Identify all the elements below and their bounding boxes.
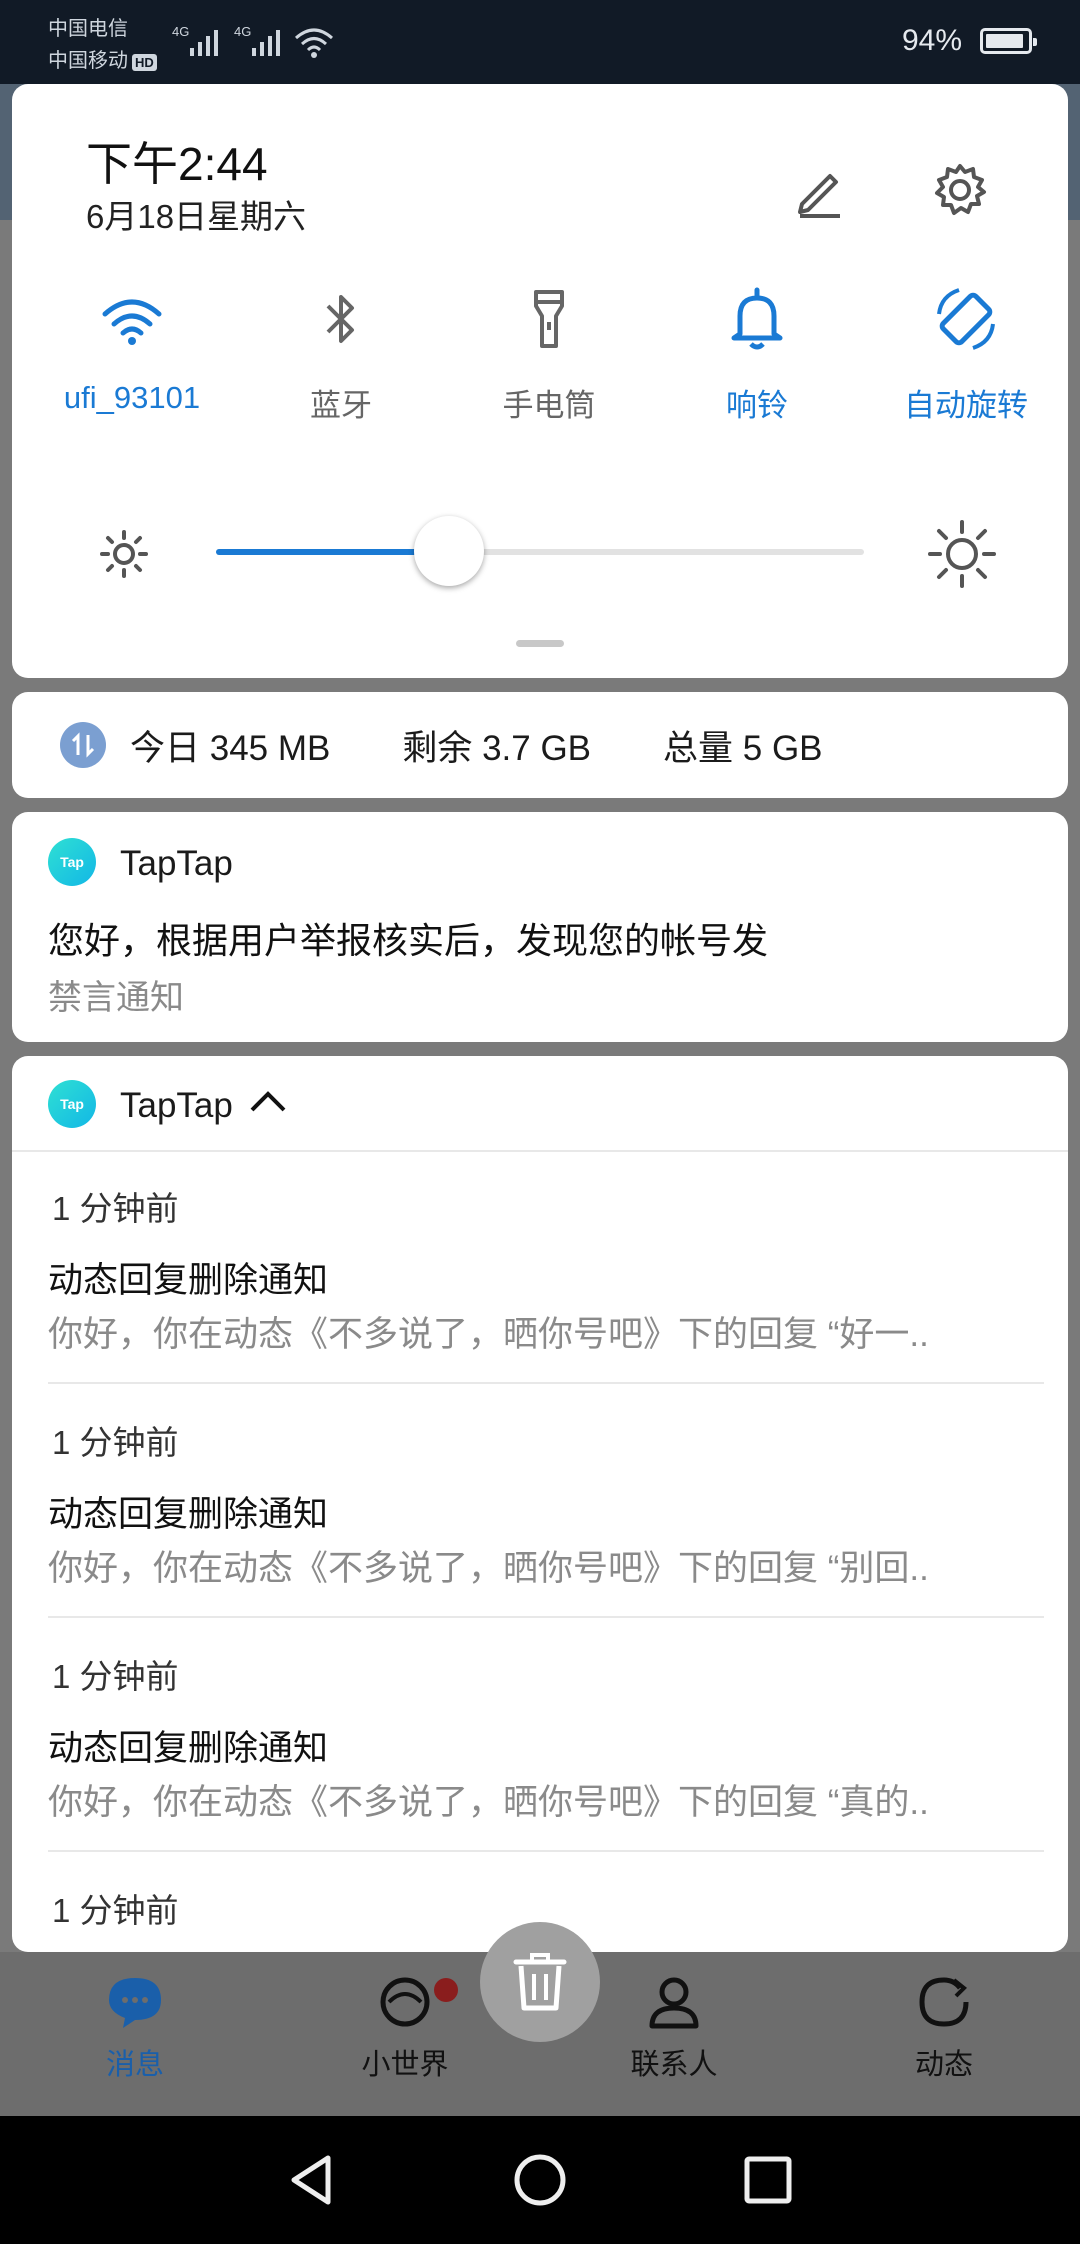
notification-item[interactable]: 1 分钟前 动态回复删除通知 你好，你在动态《不多说了，晒你号吧》下的回复 “别… [12, 1386, 1068, 1620]
notification-time: 1 分钟前 [52, 1892, 179, 1929]
notification-app-name: TapTap [120, 844, 233, 883]
refresh-icon [919, 1977, 969, 2027]
battery-percent: 94% [901, 24, 962, 57]
taptap-app-icon: Tap [48, 838, 96, 886]
auto-rotate-label: 自动旋转 [904, 388, 1028, 423]
notification-time: 1 分钟前 [52, 1424, 179, 1461]
data-transfer-icon [60, 722, 106, 768]
notification-item[interactable]: 1 分钟前 动态回复删除通知 你好，你在动态《不多说了，晒你号吧》下的回复 “好… [12, 1152, 1068, 1386]
notification-title: 动态回复删除通知 [48, 1261, 329, 1300]
auto-rotate-icon [937, 288, 995, 350]
back-icon[interactable] [282, 2150, 342, 2210]
notification-time: 1 分钟前 [52, 1190, 179, 1227]
brightness-high-icon [928, 520, 996, 588]
chat-icon [109, 1978, 161, 2028]
battery-icon [980, 28, 1037, 54]
nav-label: 动态 [914, 2049, 973, 2081]
notification-body: 你好，你在动态《不多说了，晒你号吧》下的回复 “真的.. [48, 1783, 929, 1822]
brightness-thumb[interactable] [414, 516, 485, 586]
battery-tip [1033, 38, 1037, 46]
recents-icon[interactable] [738, 2150, 798, 2210]
data-today: 今日 345 MB [130, 728, 331, 768]
notification-time: 1 分钟前 [52, 1658, 179, 1695]
data-usage-card[interactable]: 今日 345 MB 剩余 3.7 GB 总量 5 GB [12, 692, 1068, 798]
notification-title: 动态回复删除通知 [48, 1495, 329, 1534]
date: 6月18日星期六 [86, 198, 307, 235]
status-bar: 中国电信 中国移动 HD 4G 4G 94% [0, 0, 1080, 84]
wifi-label: ufi_93101 [63, 380, 201, 415]
bluetooth-toggle[interactable]: 蓝牙 [241, 284, 441, 425]
notification-body: 你好，你在动态《不多说了，晒你号吧》下的回复 “好一.. [48, 1315, 929, 1354]
gear-icon[interactable] [924, 154, 996, 226]
clear-all-button[interactable] [480, 1922, 600, 2042]
signal-icon: 4G [172, 24, 218, 56]
ringer-label: 响铃 [726, 388, 788, 423]
wifi-toggle[interactable]: ufi_93101 [32, 284, 232, 416]
item-divider [48, 1850, 1044, 1852]
battery-fill [986, 34, 1024, 48]
home-icon[interactable] [510, 2150, 570, 2210]
hd-badge: HD [132, 54, 157, 71]
carrier-2-name: 中国移动 [48, 50, 128, 72]
notification-subtitle: 禁言通知 [48, 979, 184, 1017]
flashlight-icon [534, 290, 564, 348]
nav-small-world[interactable]: 小世界 [305, 1974, 505, 2083]
signal-icon-2: 4G [234, 24, 280, 56]
brightness-low-icon [100, 530, 148, 578]
drag-handle[interactable] [516, 640, 564, 647]
flashlight-toggle[interactable]: 手电筒 [449, 284, 649, 425]
ringer-toggle[interactable]: 响铃 [657, 284, 857, 425]
notification-group-app-name: TapTap [120, 1086, 233, 1125]
flashlight-label: 手电筒 [502, 388, 596, 423]
nav-label: 联系人 [630, 2049, 718, 2081]
item-divider [48, 1616, 1044, 1618]
bluetooth-icon [326, 295, 354, 343]
pencil-icon[interactable] [782, 154, 854, 226]
system-nav-bar [0, 2116, 1080, 2244]
notification-taptap-ban[interactable]: Tap TapTap 您好，根据用户举报核实后，发现您的帐号发 禁言通知 [12, 812, 1068, 1042]
notification-dot [434, 1978, 458, 2002]
notification-title: 动态回复删除通知 [48, 1729, 329, 1768]
data-arrows-icon [71, 732, 95, 758]
notification-body: 你好，你在动态《不多说了，晒你号吧》下的回复 “别回.. [48, 1549, 929, 1588]
auto-rotate-toggle[interactable]: 自动旋转 [866, 284, 1066, 425]
notification-group-taptap[interactable]: Tap TapTap 1 分钟前 动态回复删除通知 你好，你在动态《不多说了，晒… [12, 1056, 1068, 1952]
bell-icon [731, 287, 783, 350]
carrier-2: 中国移动 HD [48, 44, 157, 73]
taptap-app-icon: Tap [48, 1080, 96, 1128]
brightness-slider[interactable] [216, 516, 864, 586]
nav-messages[interactable]: 消息 [35, 1974, 235, 2083]
notification-title: 您好，根据用户举报核实后，发现您的帐号发 [48, 920, 769, 961]
nav-contacts[interactable]: 联系人 [574, 1974, 774, 2083]
data-remaining: 剩余 3.7 GB [402, 728, 592, 768]
chevron-up-icon[interactable] [248, 1088, 288, 1116]
nav-label: 消息 [105, 2049, 164, 2081]
carrier-1: 中国电信 [48, 18, 128, 40]
nav-label: 小世界 [361, 2049, 449, 2081]
nav-dynamics[interactable]: 动态 [844, 1974, 1044, 2083]
data-total: 总量 5 GB [663, 728, 823, 768]
clock: 下午2:44 [86, 138, 268, 190]
network-type-1: 4G [172, 24, 189, 39]
bluetooth-label: 蓝牙 [310, 388, 372, 423]
wifi-icon [102, 299, 162, 345]
network-type-2: 4G [234, 24, 251, 39]
trash-icon [513, 1953, 567, 2011]
wifi-status-icon [295, 28, 333, 58]
contacts-icon [649, 1977, 699, 2029]
world-icon [380, 1977, 430, 2027]
quick-settings-panel: 下午2:44 6月18日星期六 ufi_93101 蓝牙 手电筒 响铃 自动旋转 [12, 84, 1068, 678]
item-divider [48, 1382, 1044, 1384]
notification-item[interactable]: 1 分钟前 动态回复删除通知 你好，你在动态《不多说了，晒你号吧》下的回复 “真… [12, 1620, 1068, 1854]
